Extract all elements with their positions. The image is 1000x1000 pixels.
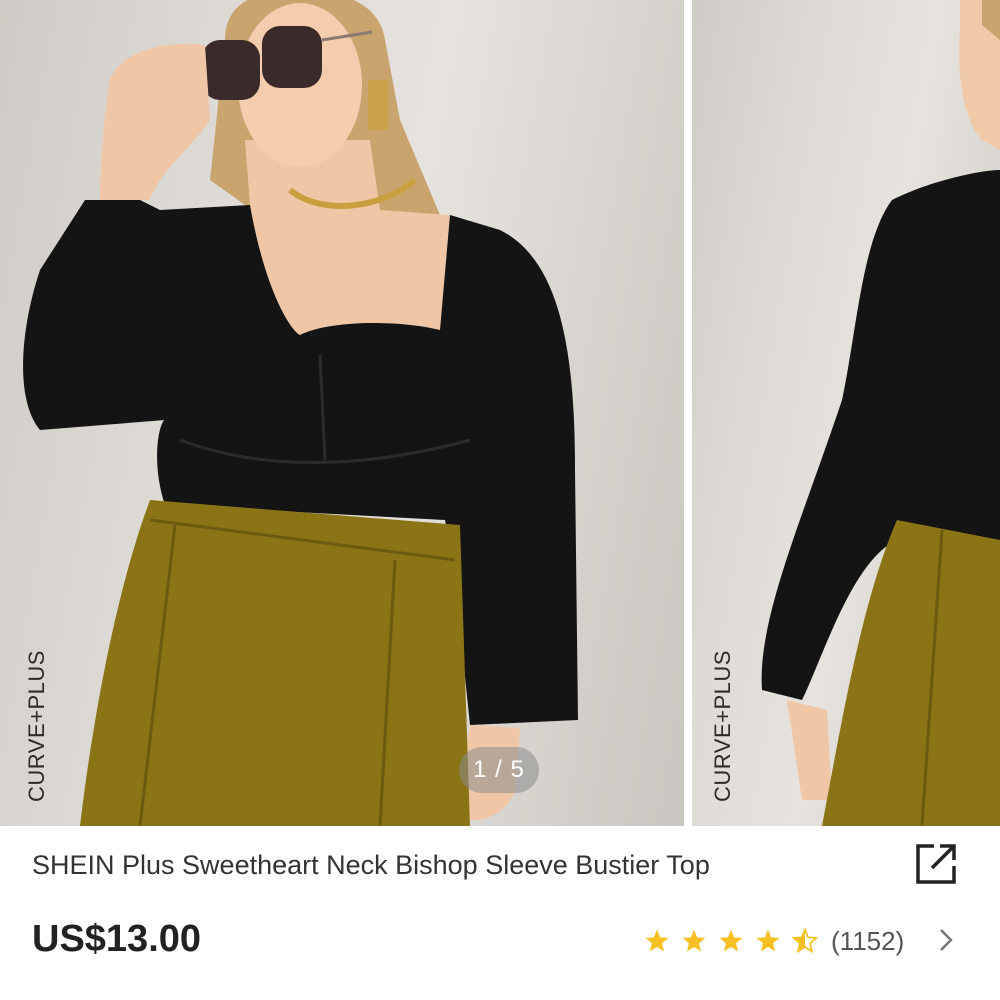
product-title: SHEIN Plus Sweetheart Neck Bishop Sleeve…	[32, 850, 710, 880]
half-star-icon	[792, 928, 818, 954]
star-icon	[719, 929, 743, 952]
star-icon	[645, 929, 669, 952]
model-back-photo	[761, 0, 1000, 826]
product-image-1[interactable]: CURVE+PLUS 1 / 5	[0, 0, 684, 826]
product-image-2[interactable]: CURVE+PLUS	[692, 0, 1000, 826]
product-info: SHEIN Plus Sweetheart Neck Bishop Sleeve…	[0, 826, 1000, 1000]
brand-watermark: CURVE+PLUS	[710, 650, 735, 802]
chevron-right-icon[interactable]	[936, 927, 956, 953]
model-front-photo	[23, 0, 578, 826]
star-icon	[682, 929, 706, 952]
rating-summary[interactable]: (1152)	[644, 924, 904, 958]
star-icon	[756, 929, 780, 952]
image-counter: 1 / 5	[459, 747, 539, 793]
product-price: US$13.00	[32, 918, 202, 960]
share-icon[interactable]	[914, 840, 960, 886]
review-count[interactable]: (1152)	[831, 926, 904, 957]
brand-watermark: CURVE+PLUS	[24, 650, 49, 802]
product-image-gallery[interactable]: CURVE+PLUS 1 / 5 CURVE+PLUS	[0, 0, 1000, 826]
